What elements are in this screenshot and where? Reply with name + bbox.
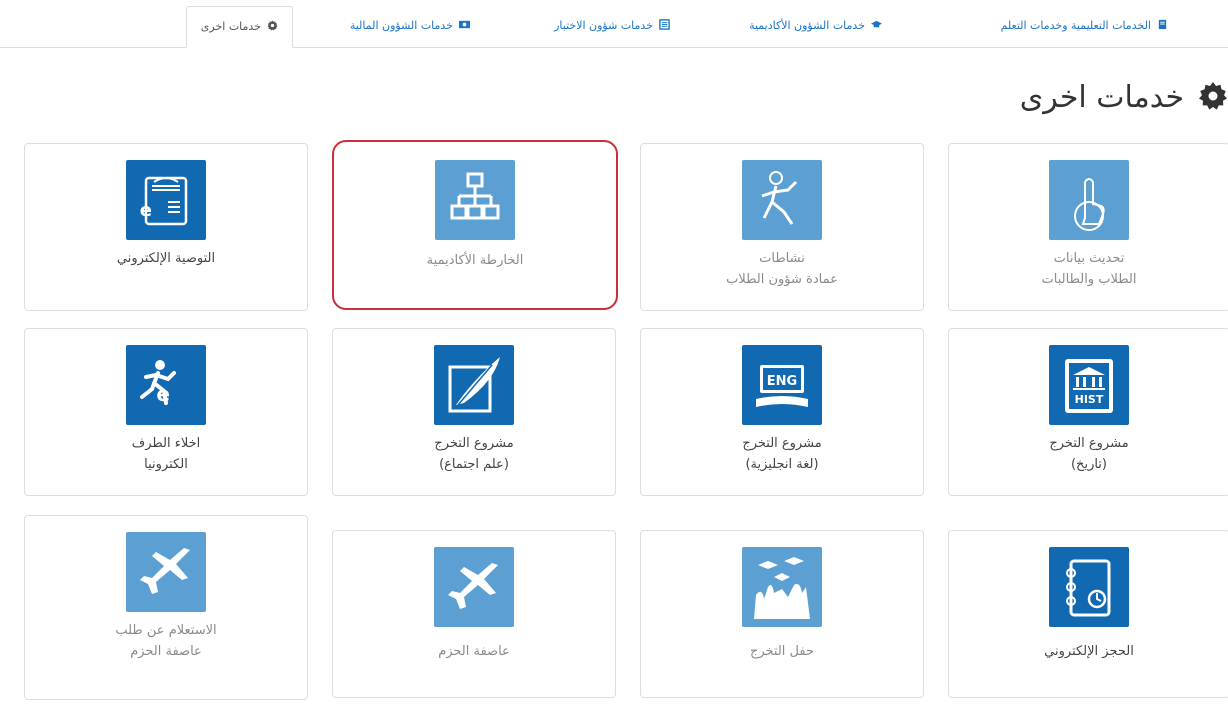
card-label-line: مشروع التخرج bbox=[434, 436, 514, 451]
page-title-text: خدمات اخرى bbox=[1019, 80, 1184, 115]
tab-exam-affairs[interactable]: خدمات شؤون الاختبار bbox=[546, 6, 678, 48]
card-label-line: عاصفة الحزم bbox=[438, 644, 510, 659]
graduation-cap-icon bbox=[871, 20, 882, 28]
card-label-line: الاستعلام عن طلب bbox=[115, 623, 217, 638]
hand-tap-icon bbox=[1049, 160, 1129, 240]
tab-label: الخدمات التعليمية وخدمات التعلم bbox=[1000, 19, 1151, 32]
card-e-booking[interactable]: الحجز الإلكتروني bbox=[948, 530, 1228, 698]
card-academic-map[interactable]: الخارطة الأكاديمية bbox=[332, 140, 618, 310]
card-label-line: (علم اجتماع) bbox=[439, 457, 509, 472]
graduation-caps-icon bbox=[742, 547, 822, 627]
list-icon bbox=[659, 19, 670, 30]
card-label-line: (لغة انجليزية) bbox=[745, 457, 819, 472]
card-activities[interactable]: نشاطات عمادة شؤون الطلاب bbox=[640, 143, 924, 311]
eng-book-icon: ENG bbox=[742, 345, 822, 425]
fighter-jet-icon bbox=[126, 532, 206, 612]
fighter-jet-icon bbox=[434, 547, 514, 627]
card-label-line: الكترونيا bbox=[144, 457, 188, 472]
tab-label: خدمات اخرى bbox=[200, 20, 261, 33]
gear-icon bbox=[267, 20, 278, 31]
card-label-line: نشاطات bbox=[759, 251, 805, 266]
sitemap-icon bbox=[435, 160, 515, 240]
tab-label: خدمات الشؤون الأكاديمية bbox=[749, 19, 865, 32]
tab-label: خدمات شؤون الاختبار bbox=[554, 19, 653, 32]
svg-text:ENG: ENG bbox=[767, 374, 797, 389]
card-label-line: عمادة شؤون الطلاب bbox=[726, 272, 838, 287]
running-e-icon: e bbox=[126, 345, 206, 425]
card-label-line: (تاريخ) bbox=[1070, 457, 1107, 472]
card-graduation-ceremony[interactable]: حفل التخرج bbox=[640, 530, 924, 698]
card-e-recommendation[interactable]: e التوصية الإلكتروني bbox=[24, 143, 308, 311]
card-update-student-data[interactable]: تحديث بيانات الطلاب والطالبات bbox=[948, 143, 1228, 311]
tab-academic-affairs[interactable]: خدمات الشؤون الأكاديمية bbox=[741, 6, 890, 48]
card-graduation-project-sociology[interactable]: مشروع التخرج (علم اجتماع) bbox=[332, 328, 616, 496]
svg-text:e: e bbox=[140, 200, 152, 221]
svg-text:e: e bbox=[156, 382, 170, 406]
card-e-clearance[interactable]: e اخلاء الطرف الكترونيا bbox=[24, 328, 308, 496]
dancer-icon bbox=[742, 160, 822, 240]
card-label-line: حفل التخرج bbox=[749, 644, 815, 659]
book-icon bbox=[1158, 19, 1167, 30]
notebook-icon bbox=[1049, 547, 1129, 627]
hist-book-icon: HIST bbox=[1049, 345, 1129, 425]
tab-other-services[interactable]: خدمات اخرى bbox=[185, 6, 293, 48]
card-storm-inquiry[interactable]: الاستعلام عن طلب عاصفة الحزم bbox=[24, 515, 308, 700]
tab-bar: الخدمات التعليمية وخدمات التعلم خدمات ال… bbox=[0, 0, 1228, 48]
card-label-line: الطلاب والطالبات bbox=[1041, 272, 1137, 287]
quill-book-icon bbox=[434, 345, 514, 425]
card-label-line: الخارطة الأكاديمية bbox=[426, 253, 524, 268]
card-graduation-project-history[interactable]: HIST مشروع التخرج (تاريخ) bbox=[948, 328, 1228, 496]
card-label-line: اخلاء الطرف bbox=[131, 436, 201, 451]
card-label-line: مشروع التخرج bbox=[1049, 436, 1129, 451]
gear-icon bbox=[1199, 82, 1227, 110]
card-label-line: عاصفة الحزم bbox=[130, 644, 202, 659]
card-label-line: الحجز الإلكتروني bbox=[1044, 644, 1134, 659]
card-graduation-project-english[interactable]: ENG مشروع التخرج (لغة انجليزية) bbox=[640, 328, 924, 496]
card-label-line: مشروع التخرج bbox=[742, 436, 822, 451]
page-title: خدمات اخرى bbox=[828, 80, 1228, 120]
tab-label: خدمات الشؤون المالية bbox=[349, 19, 453, 32]
money-icon bbox=[459, 20, 470, 29]
e-document-icon: e bbox=[126, 160, 206, 240]
tab-financial-affairs[interactable]: خدمات الشؤون المالية bbox=[342, 6, 478, 48]
svg-text:HIST: HIST bbox=[1075, 393, 1104, 406]
card-label-line: التوصية الإلكتروني bbox=[116, 251, 216, 266]
card-decisive-storm[interactable]: عاصفة الحزم bbox=[332, 530, 616, 698]
tab-educational-services[interactable]: الخدمات التعليمية وخدمات التعلم bbox=[993, 6, 1176, 48]
card-label-line: تحديث بيانات bbox=[1053, 251, 1125, 266]
